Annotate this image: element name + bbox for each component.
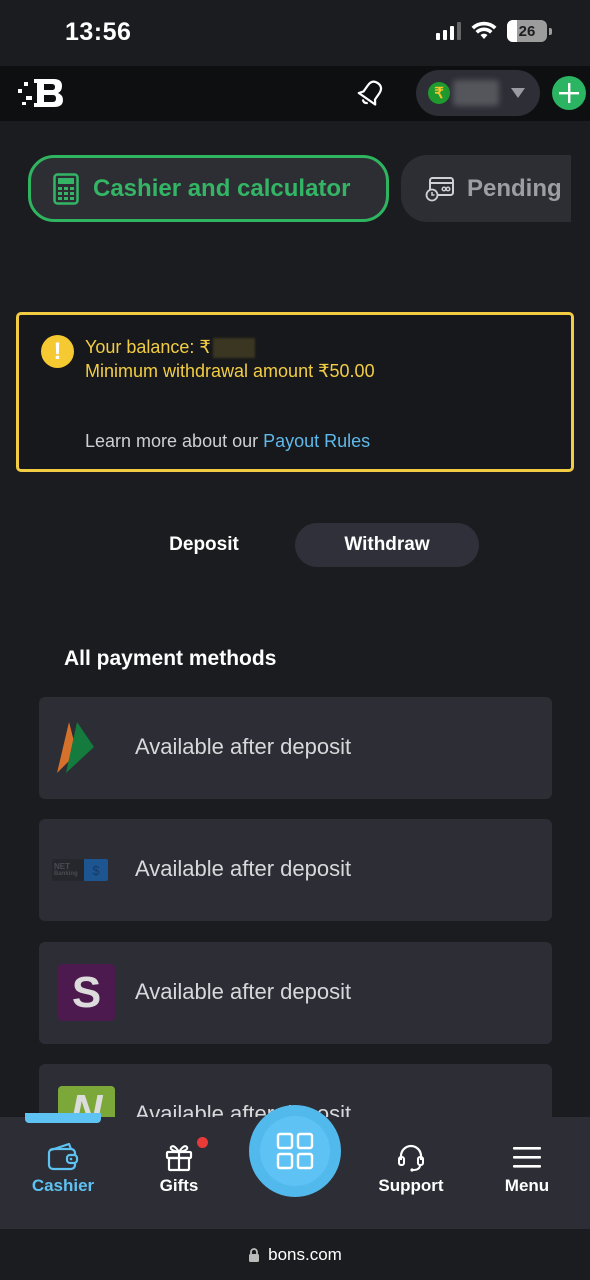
payout-rules-link[interactable]: Payout Rules: [263, 431, 370, 451]
net-banking-symbol: $: [84, 859, 108, 881]
cellular-signal-icon: [436, 22, 461, 40]
payment-method-status: Available after deposit: [135, 856, 352, 881]
payment-method-upi[interactable]: Available after deposit: [39, 697, 552, 799]
learn-more-prefix: Learn more about our: [85, 431, 264, 451]
warning-icon: !: [41, 335, 74, 368]
rupee-coin-icon: ₹: [428, 82, 450, 104]
add-funds-button[interactable]: [552, 76, 586, 110]
payment-method-status: Available after deposit: [135, 734, 352, 759]
deposit-toggle[interactable]: Deposit: [140, 523, 268, 567]
wifi-icon: [471, 21, 497, 39]
net-banking-logo: NET Banking $: [52, 841, 115, 899]
brand-logo-icon[interactable]: [18, 77, 64, 109]
hidden-balance-amount: [212, 337, 255, 358]
balance-notice: ! Your balance: ₹ Minimum withdrawal amo…: [16, 312, 574, 472]
nav-menu[interactable]: Menu: [477, 1142, 577, 1196]
center-grid-button[interactable]: [249, 1105, 341, 1197]
tab-label: Cashier and calculator: [93, 174, 351, 202]
tab-label: Pending: [467, 174, 562, 202]
tab-pending[interactable]: Pending: [401, 155, 571, 222]
status-time: 13:56: [65, 18, 132, 46]
nav-support[interactable]: Support: [361, 1142, 461, 1196]
bell-icon[interactable]: [354, 76, 388, 110]
gifts-notification-badge: [197, 1137, 208, 1148]
nav-cashier[interactable]: Cashier: [13, 1142, 113, 1196]
headset-icon: [398, 1144, 424, 1172]
status-bar: 13:56 26: [0, 0, 590, 66]
plus-icon: [559, 83, 579, 103]
caret-down-icon: [511, 88, 525, 98]
battery-indicator: 26: [507, 20, 547, 42]
hidden-balance-amount: [453, 80, 499, 106]
tab-cashier-and-calculator[interactable]: Cashier and calculator: [28, 155, 389, 222]
payment-method-net-banking[interactable]: NET Banking $ Available after deposit: [39, 819, 552, 921]
gift-icon: [165, 1145, 193, 1172]
wallet-icon: [47, 1142, 79, 1171]
min-withdrawal-text: Minimum withdrawal amount ₹50.00: [85, 361, 375, 381]
withdraw-toggle[interactable]: Withdraw: [295, 523, 479, 567]
browser-url-bar[interactable]: bons.com: [0, 1229, 590, 1280]
nav-label: Gifts: [159, 1176, 199, 1195]
status-icons: 26: [436, 20, 552, 42]
payment-method-status: Available after deposit: [135, 979, 352, 1004]
nav-label: Cashier: [31, 1176, 95, 1195]
balance-label: Your balance: ₹: [85, 337, 211, 357]
net-banking-text-2: Banking: [54, 870, 78, 877]
nav-label: Menu: [504, 1176, 550, 1195]
payment-method-skrill[interactable]: S Available after deposit: [39, 942, 552, 1044]
learn-more-text: Learn more about our Payout Rules: [85, 431, 370, 452]
battery-level: 26: [518, 22, 536, 40]
active-tab-indicator: [25, 1113, 101, 1123]
payment-methods-title: All payment methods: [64, 647, 277, 670]
balance-selector[interactable]: ₹: [416, 70, 540, 116]
nav-gifts[interactable]: Gifts: [129, 1142, 229, 1196]
pending-card-icon: [425, 176, 454, 201]
grid-icon: [276, 1132, 314, 1170]
battery-tip: [549, 27, 552, 35]
net-banking-text-1: NET: [54, 861, 70, 871]
nav-label: Support: [378, 1176, 444, 1195]
skrill-letter: S: [71, 967, 102, 1017]
lock-icon: [249, 1247, 260, 1262]
url-text: bons.com: [268, 1244, 342, 1264]
top-navbar: ₹: [0, 66, 590, 121]
hamburger-menu-icon: [513, 1147, 541, 1168]
balance-line: Your balance: ₹: [85, 337, 255, 358]
calculator-icon: [53, 172, 79, 205]
upi-logo: [57, 722, 94, 773]
skrill-logo: S: [58, 964, 115, 1021]
